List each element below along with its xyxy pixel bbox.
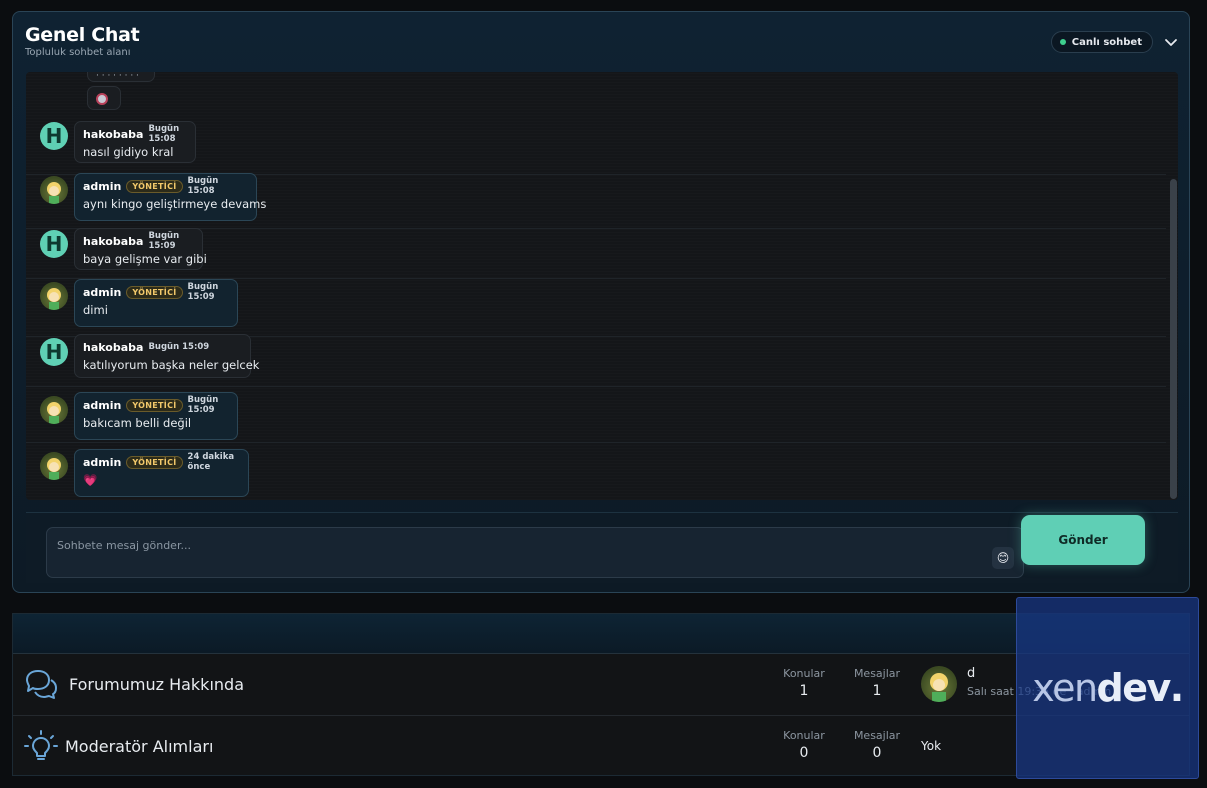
message-bubble: hakobaba Bugün 15:08 nasıl gidiyo kral <box>74 121 196 163</box>
message-username[interactable]: hakobaba <box>83 341 143 354</box>
message-username[interactable]: admin <box>83 399 121 412</box>
message-composer: Sohbete mesaj gönder... 😊 <box>26 512 1178 583</box>
topics-label: Konular <box>783 667 825 680</box>
live-status-dot <box>1059 39 1066 45</box>
last-post-title[interactable]: d <box>967 666 975 681</box>
forum-node-list: Forumumuz Hakkında Konular 1 Mesajlar 1 … <box>12 613 1190 776</box>
live-chat-label: Canlı sohbet <box>1071 36 1142 48</box>
partial-message: · · · · · · · · <box>87 72 155 82</box>
message-username[interactable]: admin <box>83 456 121 469</box>
message-bubble: admin YÖNETİCİ Bugün 15:08 aynı kingo ge… <box>74 173 267 221</box>
admin-avatar[interactable] <box>40 176 68 204</box>
avatar-letter: H <box>45 232 63 256</box>
message-row: admin YÖNETİCİ Bugün 15:09 dimi <box>26 278 1166 337</box>
message-time: 24 dakika önce <box>187 452 235 472</box>
sticker-icon <box>96 93 108 105</box>
messages-count: 1 <box>872 683 882 699</box>
topics-count: 0 <box>799 745 809 761</box>
message-row: admin YÖNETİCİ 24 dakika önce 💗 <box>26 442 1166 500</box>
topics-count: 1 <box>799 683 809 699</box>
message-time: Bugün 15:09 <box>187 282 219 302</box>
admin-badge: YÖNETİCİ <box>126 285 183 299</box>
user-avatar[interactable]: H <box>40 230 68 258</box>
watermark-part3: . <box>1169 666 1184 710</box>
message-username[interactable]: hakobaba <box>83 235 143 248</box>
forum-title-link[interactable]: Moderatör Alımları <box>65 737 213 756</box>
message-bubble: hakobaba Bugün 15:09 baya gelişme var gi… <box>74 228 207 270</box>
message-bubble: admin YÖNETİCİ 24 dakika önce 💗 <box>74 449 249 497</box>
message-row: admin YÖNETİCİ Bugün 15:09 bakıcam belli… <box>26 386 1166 443</box>
message-text: aynı kingo geliştirmeye devams <box>83 197 267 211</box>
message-list[interactable]: · · · · · · · · H hakobaba Bugün 15:08 n… <box>26 72 1178 500</box>
message-input[interactable]: Sohbete mesaj gönder... <box>46 527 1024 578</box>
message-time: Bugün 15:08 <box>148 124 180 144</box>
message-time: Bugün 15:09 <box>148 231 180 251</box>
collapse-chevron-icon[interactable] <box>1161 32 1181 52</box>
message-text: nasıl gidiyo kral <box>83 145 174 159</box>
partial-sticker-message <box>87 86 121 110</box>
emoji-icon: 😊 <box>996 551 1010 565</box>
chat-bubbles-icon <box>23 668 59 702</box>
message-text: katılıyorum başka neler gelcek <box>83 358 260 372</box>
forum-node-row[interactable]: Moderatör Alımları Konular 0 Mesajlar 0 … <box>13 716 1189 777</box>
admin-avatar[interactable] <box>40 452 68 480</box>
message-bubble: hakobaba Bugün 15:09 katılıyorum başka n… <box>74 334 260 378</box>
message-time: Bugün 15:08 <box>187 176 219 196</box>
message-text: baya gelişme var gibi <box>83 252 207 266</box>
xendev-watermark-logo: xen dev. <box>1016 597 1199 779</box>
message-row: H hakobaba Bugün 15:09 baya gelişme var … <box>26 228 1166 279</box>
admin-badge: YÖNETİCİ <box>126 398 183 412</box>
chat-scrollbar[interactable] <box>1170 179 1177 499</box>
topics-label: Konular <box>783 729 825 742</box>
message-row: admin YÖNETİCİ Bugün 15:08 aynı kingo ge… <box>26 173 1166 229</box>
avatar-letter: H <box>45 124 63 148</box>
chat-panel: Genel Chat Topluluk sohbet alanı Canlı s… <box>12 11 1190 593</box>
admin-avatar[interactable] <box>40 282 68 310</box>
send-button[interactable]: Gönder <box>1021 515 1145 565</box>
watermark-part2: dev <box>1096 666 1172 710</box>
message-time: Bugün 15:09 <box>148 342 210 352</box>
messages-label: Mesajlar <box>853 667 901 680</box>
user-avatar[interactable]: H <box>40 338 68 366</box>
forum-node-row[interactable]: Forumumuz Hakkında Konular 1 Mesajlar 1 … <box>13 654 1189 716</box>
message-text: bakıcam belli değil <box>83 416 192 430</box>
message-time: Bugün 15:09 <box>187 395 219 415</box>
message-text: dimi <box>83 303 108 317</box>
lightbulb-icon <box>23 730 59 764</box>
last-post-avatar[interactable] <box>921 666 957 702</box>
message-row: H hakobaba Bugün 15:08 nasıl gidiyo kral <box>26 118 1166 175</box>
message-bubble: admin YÖNETİCİ Bugün 15:09 bakıcam belli… <box>74 392 238 440</box>
message-bubble: admin YÖNETİCİ Bugün 15:09 dimi <box>74 279 238 327</box>
message-username[interactable]: admin <box>83 180 121 193</box>
live-chat-pill[interactable]: Canlı sohbet <box>1050 31 1153 53</box>
user-avatar[interactable]: H <box>40 122 68 150</box>
chat-title: Genel Chat <box>25 24 140 46</box>
watermark-part1: xen <box>1032 666 1098 710</box>
forum-category-header <box>13 614 1189 654</box>
messages-count: 0 <box>872 745 882 761</box>
partial-message-text: · · · · · · · · <box>96 72 139 81</box>
message-username[interactable]: hakobaba <box>83 128 143 141</box>
last-post-none: Yok <box>921 739 942 753</box>
message-username[interactable]: admin <box>83 286 121 299</box>
avatar-letter: H <box>45 340 63 364</box>
messages-label: Mesajlar <box>853 729 901 742</box>
emoji-button[interactable]: 😊 <box>992 547 1014 569</box>
admin-badge: YÖNETİCİ <box>126 179 183 193</box>
message-text: 💗 <box>83 473 98 487</box>
message-row: H hakobaba Bugün 15:09 katılıyorum başka… <box>26 334 1166 387</box>
forum-title-link[interactable]: Forumumuz Hakkında <box>69 675 244 694</box>
admin-badge: YÖNETİCİ <box>126 455 183 469</box>
chat-subtitle: Topluluk sohbet alanı <box>25 47 131 58</box>
admin-avatar[interactable] <box>40 396 68 424</box>
